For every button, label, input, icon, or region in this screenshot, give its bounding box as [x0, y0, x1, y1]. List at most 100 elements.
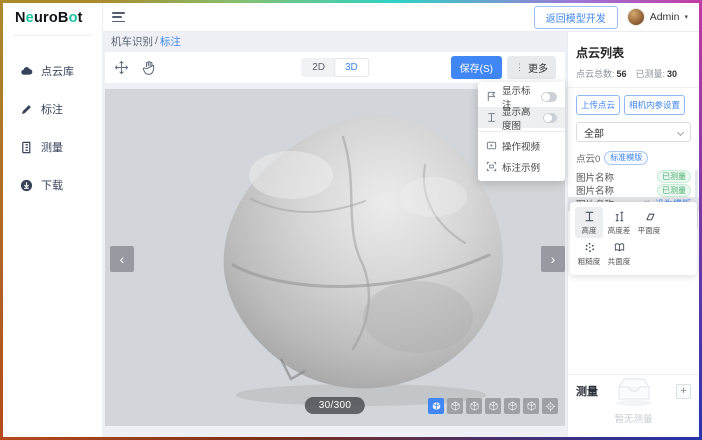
stat-measured: 已测量:30: [636, 67, 678, 80]
tool-label: 高度: [581, 225, 596, 235]
more-dots-icon: ⋮: [515, 62, 524, 73]
cube-icon: [469, 401, 480, 412]
example-frame-icon: [486, 161, 497, 172]
stat-total-value: 56: [617, 69, 627, 79]
mode-2d-button[interactable]: 2D: [302, 59, 335, 76]
view-mode-switch: 2D 3D: [301, 58, 369, 77]
view-cube-top-button[interactable]: [523, 398, 539, 414]
sidebar-nav: 点云库 标注 测量 下载: [3, 52, 102, 204]
canvas-toolbar: 2D 3D 保存(S) ⋮更多: [105, 52, 565, 83]
view-cube-back-button[interactable]: [466, 398, 482, 414]
mode-3d-button[interactable]: 3D: [335, 59, 368, 76]
filter-select[interactable]: 全部: [576, 122, 691, 142]
breadcrumb-current: 标注: [160, 34, 181, 49]
chevron-left-icon: ‹: [120, 251, 125, 267]
image-name: 图片名称: [576, 183, 614, 197]
height-ibeam-icon: [486, 112, 497, 123]
stat-total: 点云总数:56: [576, 67, 627, 80]
app-root: NeuroBot 点云库 标注 测量 下载: [3, 3, 699, 437]
sidebar-item-pointcloud-library[interactable]: 点云库: [3, 52, 102, 90]
panel-stats: 点云总数:56 已测量:30: [576, 67, 691, 80]
video-icon: [486, 140, 497, 151]
sidebar-item-label: 下载: [41, 177, 63, 193]
chevron-down-icon: [677, 129, 684, 136]
panel-title: 点云列表: [576, 44, 691, 61]
menu-item-annotation-example[interactable]: 标注示例: [478, 156, 565, 177]
cube-icon: [431, 401, 442, 412]
sidebar-item-download[interactable]: 下载: [3, 166, 102, 204]
tool-label: 高度差: [608, 225, 631, 235]
breadcrumb-section[interactable]: 机车识别: [111, 34, 153, 49]
measured-badge: 已测量: [657, 170, 691, 183]
breadcrumb-separator: /: [155, 35, 158, 47]
upload-pointcloud-button[interactable]: 上传点云: [576, 95, 620, 115]
tool-label: 平面度: [638, 225, 661, 235]
image-row[interactable]: 图片名称 已测量: [568, 170, 699, 184]
logo-text: uroB: [34, 10, 69, 26]
chevron-right-icon: ›: [551, 251, 556, 267]
move-icon[interactable]: [114, 60, 129, 75]
sidebar-item-label: 标注: [41, 101, 63, 117]
cube-icon: [488, 401, 499, 412]
menu-item-show-heightmap[interactable]: 显示高度图: [478, 107, 565, 128]
stat-measured-label: 已测量:: [636, 69, 666, 79]
brand-logo: NeuroBot: [3, 3, 102, 32]
cube-icon: [450, 401, 461, 412]
height-tool-icon: [583, 210, 596, 223]
menu-item-label: 操作视频: [502, 139, 540, 153]
tool-roughness[interactable]: 粗糙度: [575, 238, 603, 269]
image-counter-badge: 30/300: [305, 397, 365, 414]
logo-text: t: [78, 10, 83, 26]
stat-measured-value: 30: [667, 69, 677, 79]
divider: [13, 35, 92, 36]
divider: [568, 87, 699, 88]
frame-border-left: [0, 0, 3, 440]
empty-state: 暂无测量: [568, 373, 699, 425]
breadcrumb: 机车识别 / 标注: [103, 32, 567, 50]
tool-coplanarity[interactable]: 共面度: [605, 238, 633, 269]
show-heightmap-toggle[interactable]: [543, 113, 557, 123]
pointcloud-group-row[interactable]: 点云0 标准模版: [576, 151, 691, 165]
sidebar-item-measure[interactable]: 测量: [3, 128, 102, 166]
hand-pan-icon[interactable]: [142, 60, 156, 75]
sidebar: NeuroBot 点云库 标注 测量 下载: [3, 3, 103, 437]
next-image-button[interactable]: ›: [541, 246, 565, 272]
filter-selected-value: 全部: [584, 125, 604, 140]
tool-flatness[interactable]: 平面度: [635, 207, 663, 238]
pen-icon: [20, 103, 33, 116]
camera-intrinsics-button[interactable]: 相机内参设置: [624, 95, 685, 115]
save-button[interactable]: 保存(S): [451, 56, 502, 79]
view-cube-left-button[interactable]: [485, 398, 501, 414]
empty-box-icon: [611, 373, 657, 407]
view-cube-default-button[interactable]: [428, 398, 444, 414]
caret-down-icon: ▾: [684, 13, 688, 21]
menu-item-label: 显示高度图: [502, 104, 538, 132]
menu-item-tutorial-video[interactable]: 操作视频: [478, 135, 565, 156]
sidebar-item-annotate[interactable]: 标注: [3, 90, 102, 128]
menu-item-label: 标注示例: [502, 160, 540, 174]
collapse-menu-icon[interactable]: [112, 12, 125, 22]
tooth-3d-model: [193, 107, 523, 412]
view-cube-front-button[interactable]: [447, 398, 463, 414]
flatness-tool-icon: [643, 210, 656, 223]
template-badge: 标准模版: [604, 151, 648, 165]
prev-image-button[interactable]: ‹: [110, 246, 134, 272]
measure-tool-palette: 高度 高度差 平面度 粗糙度 共面度: [570, 202, 697, 275]
gear-glyph: o: [69, 10, 78, 26]
tool-height-difference[interactable]: 高度差: [605, 207, 633, 238]
image-row[interactable]: 图片名称 已测量: [568, 184, 699, 198]
top-header: 返回模型开发 Admin ▾: [103, 3, 699, 32]
view-cube-right-button[interactable]: [504, 398, 520, 414]
tool-height[interactable]: 高度: [575, 207, 603, 238]
sidebar-item-label: 点云库: [41, 63, 74, 79]
tool-label: 共面度: [608, 256, 631, 266]
user-menu[interactable]: Admin ▾: [627, 8, 688, 26]
more-dropdown-menu: 显示标注 显示高度图 操作视频 标注示例: [478, 82, 565, 181]
more-button[interactable]: ⋮更多: [507, 56, 556, 79]
avatar: [627, 8, 645, 26]
back-to-model-dev-button[interactable]: 返回模型开发: [534, 6, 618, 29]
recenter-view-button[interactable]: [542, 398, 558, 414]
pointcloud-panel: 点云列表 点云总数:56 已测量:30 上传点云 相机内参设置 全部 点云0 标…: [567, 32, 699, 437]
show-annotations-toggle[interactable]: [541, 92, 557, 102]
measured-badge: 已测量: [657, 184, 691, 197]
